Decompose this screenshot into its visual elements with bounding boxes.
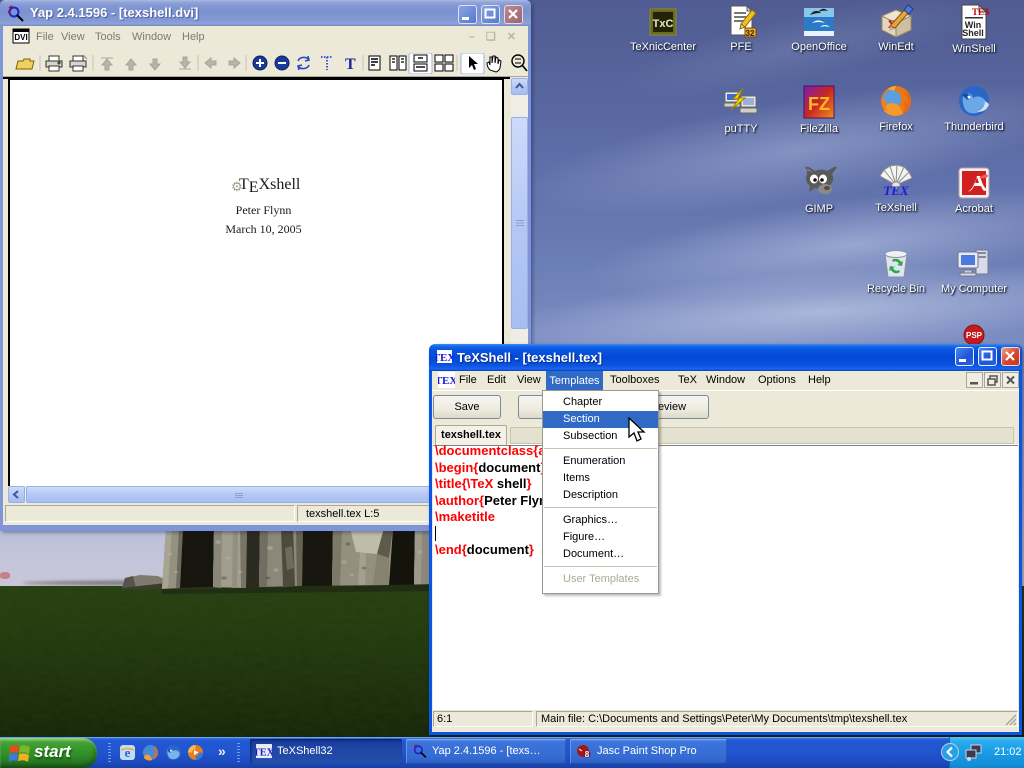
svg-text:T: T — [345, 56, 356, 73]
svg-text:TЕX: TЕX — [256, 747, 272, 758]
svg-text:32: 32 — [746, 29, 755, 38]
svg-text:DVI: DVI — [14, 33, 27, 42]
svg-text:TЕX: TЕX — [972, 7, 989, 17]
svg-text:8: 8 — [585, 750, 590, 759]
svg-text:TЕX: TЕX — [436, 352, 453, 364]
svg-text:TЕX: TЕX — [438, 375, 455, 387]
svg-text:TxC: TxC — [653, 18, 674, 30]
svg-text:TЕX: TЕX — [883, 183, 909, 198]
svg-text:e: e — [125, 745, 131, 760]
svg-text:Shell: Shell — [962, 28, 984, 38]
svg-text:FZ: FZ — [808, 94, 830, 114]
svg-text:PSP: PSP — [966, 331, 983, 340]
